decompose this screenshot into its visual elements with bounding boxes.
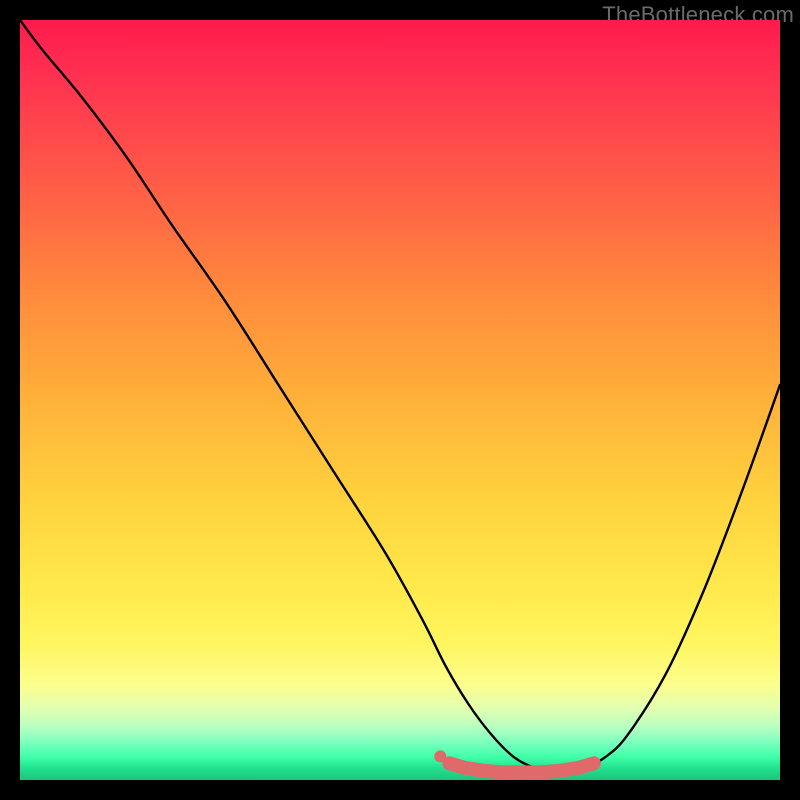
marker-band [449, 763, 593, 772]
bottleneck-curve [20, 20, 780, 772]
flat-bottom-markers [434, 750, 594, 772]
marker-dot [434, 750, 446, 762]
chart-frame [20, 20, 780, 780]
chart-svg [20, 20, 780, 780]
